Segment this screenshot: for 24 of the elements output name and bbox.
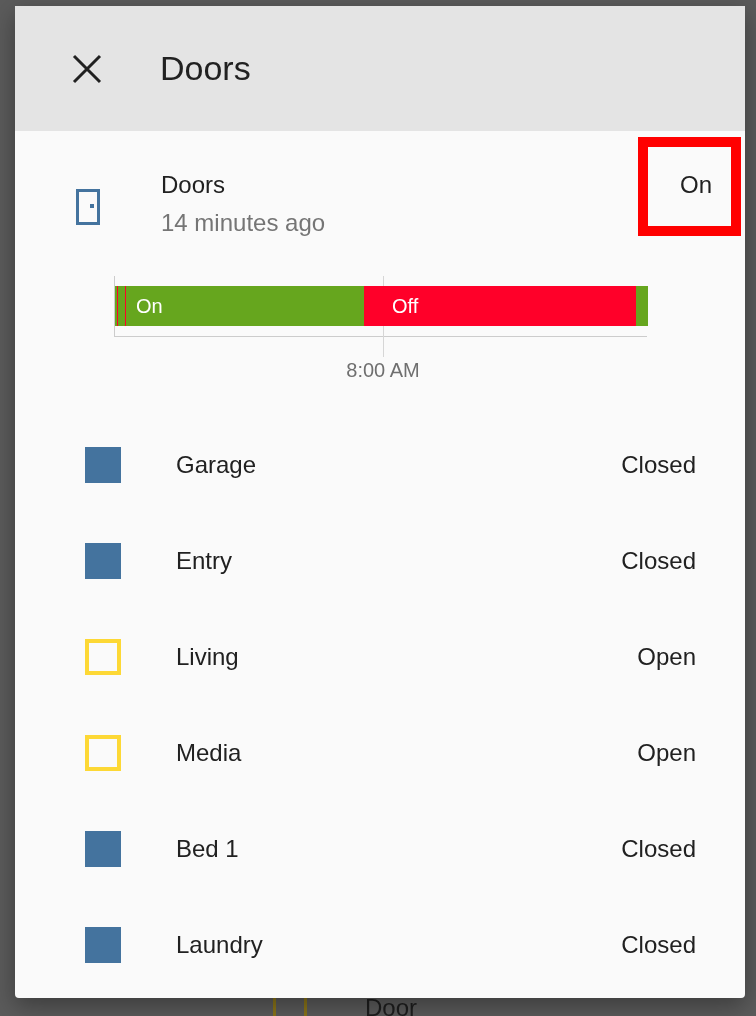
entity-name: Media [176, 739, 242, 767]
axis-label: 8:00 AM [346, 358, 420, 383]
close-icon [72, 53, 102, 84]
last-changed-text: 14 minutes ago [161, 208, 326, 238]
entity-name: Living [176, 643, 239, 671]
entity-state: Closed [621, 547, 696, 575]
entity-name: Laundry [176, 931, 263, 959]
entity-state: Open [637, 739, 696, 767]
entity-name: Garage [176, 451, 257, 479]
entity-state: Closed [621, 451, 696, 479]
entity-state: On [680, 170, 712, 200]
entity-state: Closed [621, 931, 696, 959]
entity-name: Doors [161, 170, 226, 200]
entity-state: Closed [621, 835, 696, 863]
entity-state: Open [637, 643, 696, 671]
timeline-segment: On [126, 286, 364, 326]
door-icon [76, 189, 100, 225]
close-button[interactable] [72, 53, 102, 84]
background-label: Door [365, 994, 418, 1016]
entity-name: Bed 1 [176, 835, 239, 863]
dialog-title: Doors [160, 49, 251, 88]
timeline-segment [636, 286, 648, 326]
timeline-segment: Off [364, 286, 636, 326]
entity-name: Entry [176, 547, 232, 575]
